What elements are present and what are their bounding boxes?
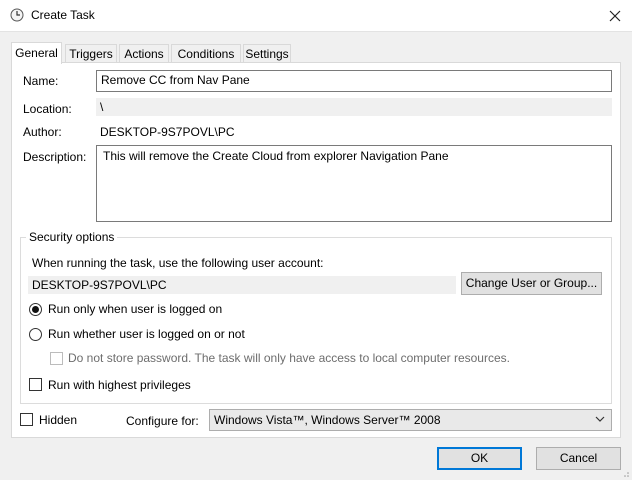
author-value: DESKTOP-9S7POVL\PC: [100, 125, 235, 139]
close-icon[interactable]: [602, 4, 628, 28]
account-prompt: When running the task, use the following…: [32, 256, 324, 270]
radio-logged-on[interactable]: [29, 303, 42, 316]
tab-triggers[interactable]: Triggers: [65, 44, 117, 62]
description-label: Description:: [23, 150, 87, 164]
radio-selected-dot: [32, 306, 39, 313]
tab-actions[interactable]: Actions: [119, 44, 169, 62]
tab-general[interactable]: General: [11, 42, 62, 64]
configure-for-value: Windows Vista™, Windows Server™ 2008: [214, 413, 441, 427]
account-value: DESKTOP-9S7POVL\PC: [28, 276, 456, 294]
no-store-password-checkbox: [50, 352, 63, 365]
highest-privileges-label[interactable]: Run with highest privileges: [48, 378, 191, 392]
name-label: Name:: [23, 74, 59, 88]
location-label: Location:: [23, 102, 72, 116]
chevron-down-icon: [595, 416, 605, 422]
change-user-button[interactable]: Change User or Group...: [461, 272, 602, 295]
configure-for-label: Configure for:: [126, 414, 199, 428]
hidden-label[interactable]: Hidden: [39, 413, 77, 427]
author-label: Author:: [23, 125, 62, 139]
cancel-button[interactable]: Cancel: [536, 447, 621, 470]
name-input[interactable]: Remove CC from Nav Pane: [96, 70, 612, 92]
no-store-password-label: Do not store password. The task will onl…: [68, 351, 510, 365]
configure-for-select[interactable]: Windows Vista™, Windows Server™ 2008: [209, 409, 612, 431]
hidden-checkbox[interactable]: [20, 413, 33, 426]
tab-conditions[interactable]: Conditions: [171, 44, 241, 62]
ok-button[interactable]: OK: [437, 447, 522, 470]
radio-whether-label[interactable]: Run whether user is logged on or not: [48, 327, 245, 341]
radio-logged-on-label[interactable]: Run only when user is logged on: [48, 302, 222, 316]
highest-privileges-checkbox[interactable]: [29, 378, 42, 391]
window-title: Create Task: [31, 8, 95, 22]
radio-whether-logged-on[interactable]: [29, 328, 42, 341]
location-value: \: [96, 98, 612, 116]
tab-settings[interactable]: Settings: [243, 44, 291, 62]
resize-grip-icon[interactable]: [620, 468, 630, 478]
description-input[interactable]: This will remove the Create Cloud from e…: [96, 145, 612, 222]
security-options-title: Security options: [26, 230, 118, 244]
clock-icon: [10, 8, 24, 22]
